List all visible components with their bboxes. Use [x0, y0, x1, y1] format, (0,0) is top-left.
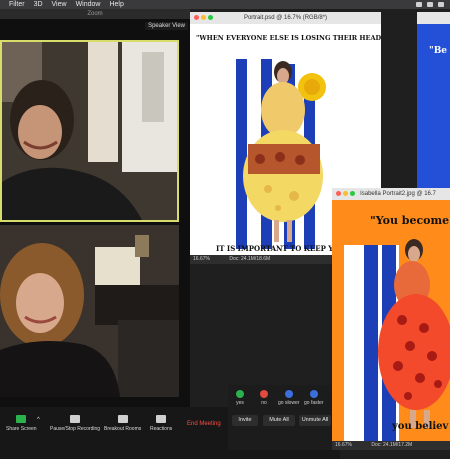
zoom-level[interactable]: 16.67% — [193, 256, 210, 262]
rewind-icon — [284, 390, 293, 398]
close-icon[interactable] — [336, 191, 341, 196]
quote-bottom-text: IT IS IMPORTANT TO KEEP YO — [216, 244, 340, 253]
menu-3d[interactable]: 3D — [34, 0, 43, 9]
zoom-window: Zoom Speaker View Share Screen ^ Pause/S… — [0, 9, 340, 459]
reaction-no[interactable]: no — [260, 390, 268, 406]
doc-size: Doc: 24.1M/17.2M — [371, 442, 413, 448]
zoom-icon[interactable] — [350, 191, 355, 196]
pause-stop-recording-button[interactable]: Pause/Stop Recording — [50, 415, 100, 432]
fast-forward-icon — [309, 390, 318, 398]
breakout-rooms-icon — [117, 415, 128, 423]
breakout-rooms-label: Breakout Rooms — [104, 426, 142, 432]
participant-video-2[interactable] — [0, 225, 179, 397]
recording-icon — [70, 415, 81, 423]
menu-help[interactable]: Help — [109, 0, 123, 9]
reaction-yes[interactable]: yes — [236, 390, 244, 406]
window-controls — [194, 15, 213, 20]
quote-top-text: "You become w — [370, 214, 450, 227]
menu-view[interactable]: View — [52, 0, 67, 9]
reaction-yes-label: yes — [236, 400, 244, 406]
reaction-go-slower[interactable]: go slower — [278, 390, 299, 406]
mute-all-button[interactable]: Mute All — [263, 415, 295, 426]
recording-label: Pause/Stop Recording — [50, 426, 101, 432]
reaction-go-slower-label: go slower — [278, 400, 300, 406]
reaction-no-label: no — [261, 400, 267, 406]
window-controls — [336, 191, 355, 196]
checkmark-icon — [236, 390, 244, 398]
participants-panel: yes no go slower go faster Invite Mute A… — [228, 385, 332, 450]
portrait-artwork-2 — [332, 200, 450, 441]
control-center-icon[interactable] — [427, 2, 433, 7]
reaction-go-faster-label: go faster — [304, 400, 324, 406]
share-screen-label: Share Screen — [6, 426, 37, 432]
quote-top-text: "WHEN EVERYONE ELSE IS LOSING THEIR HEAD… — [196, 34, 381, 42]
zoom-icon[interactable] — [208, 15, 213, 20]
speaker-view-button[interactable]: Speaker View — [145, 22, 188, 30]
menu-bar: Filter 3D View Window Help — [0, 0, 450, 9]
unmute-all-button[interactable]: Unmute All — [299, 415, 331, 426]
menu-filter[interactable]: Filter — [9, 0, 25, 9]
participant-1-image — [2, 42, 177, 220]
ps-window-2-title: Isabella Portrait2.jpg @ 16.7 — [360, 191, 436, 197]
share-screen-button[interactable]: Share Screen — [6, 415, 37, 432]
menu-window[interactable]: Window — [76, 0, 101, 9]
zoom-level[interactable]: 16.67% — [335, 442, 352, 448]
wifi-icon[interactable] — [416, 2, 422, 7]
minimize-icon[interactable] — [201, 15, 206, 20]
zoom-window-title: Zoom — [0, 9, 190, 19]
share-screen-icon — [16, 415, 27, 423]
end-meeting-button[interactable]: End Meeting — [187, 421, 221, 427]
close-icon[interactable] — [194, 15, 199, 20]
share-options-button[interactable]: ^ — [37, 417, 40, 423]
reactions-button[interactable]: Reactions — [150, 415, 172, 432]
invite-button[interactable]: Invite — [232, 415, 258, 426]
photoshop-window-2[interactable]: Isabella Portrait2.jpg @ 16.7 "You becom… — [332, 188, 450, 450]
reactions-label: Reactions — [150, 426, 173, 432]
ps-window-2-statusbar: 16.67% Doc: 24.1M/17.2M — [332, 441, 450, 450]
chevron-up-icon: ^ — [37, 417, 40, 423]
ps-canvas-2[interactable] — [332, 200, 450, 441]
breakout-rooms-button[interactable]: Breakout Rooms — [104, 415, 141, 432]
quote-fragment-text: "Be — [429, 46, 448, 56]
doc-size: Doc: 24.1M/18.6M — [229, 256, 271, 262]
siri-icon[interactable] — [438, 2, 444, 7]
participant-2-image — [0, 225, 179, 397]
status-icons — [416, 2, 450, 7]
quote-bottom-text: you believ — [392, 421, 449, 432]
participant-video-1[interactable] — [0, 40, 179, 222]
reaction-go-faster[interactable]: go faster — [304, 390, 323, 406]
ps-window-1-title: Portrait.psd @ 16.7% (RGB/8*) — [243, 15, 328, 21]
minimize-icon[interactable] — [343, 191, 348, 196]
reactions-icon — [156, 415, 167, 423]
x-icon — [260, 390, 268, 398]
